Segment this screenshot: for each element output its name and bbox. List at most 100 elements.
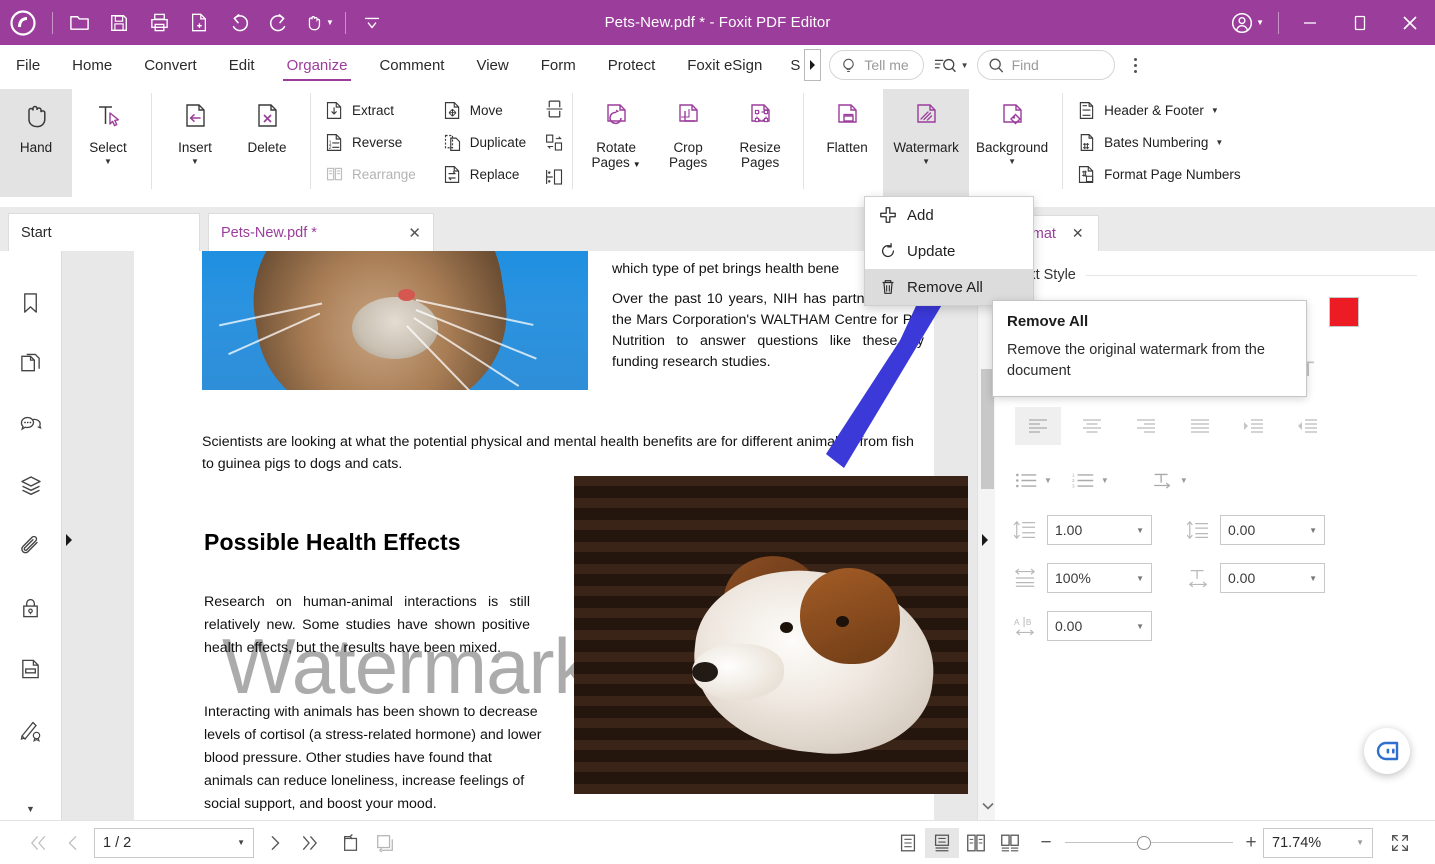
rotate-view-button[interactable] (334, 826, 368, 860)
move-button[interactable]: Move (436, 97, 532, 124)
tab-form[interactable]: Form (525, 45, 592, 85)
redo-button[interactable] (259, 4, 299, 42)
create-pdf-button[interactable] (179, 4, 219, 42)
zoom-slider[interactable] (1065, 834, 1233, 852)
align-right-button[interactable] (1123, 407, 1169, 445)
tab-convert[interactable]: Convert (128, 45, 213, 85)
sidebar-item-bookmarks[interactable] (19, 291, 42, 320)
swap-pages-button[interactable] (544, 133, 565, 158)
sidebar-item-signatures[interactable] (19, 718, 43, 747)
maximize-button[interactable] (1335, 0, 1385, 45)
document-viewport[interactable]: which type of pet brings health bene Ove… (62, 251, 995, 820)
account-button[interactable]: ▼ (1218, 11, 1272, 35)
resize-pages-button[interactable]: Resize Pages (724, 89, 796, 197)
background-button[interactable]: Background ▼ (969, 89, 1055, 197)
menu-item-update[interactable]: Update (865, 233, 1033, 269)
first-page-button[interactable] (22, 826, 56, 860)
character-spacing-input[interactable]: 0.00▼ (1047, 611, 1152, 641)
zoom-slider-knob[interactable] (1137, 836, 1151, 850)
delete-page-button[interactable]: Delete (231, 89, 303, 197)
paragraph-spacing-input[interactable]: 0.00▼ (1220, 515, 1325, 545)
advanced-search-button[interactable]: ▼ (934, 56, 969, 74)
hand-tool-button[interactable]: Hand (0, 89, 72, 197)
tab-file[interactable]: File (0, 45, 56, 85)
customize-toolbar-button[interactable] (352, 4, 392, 42)
facing-view-button[interactable] (959, 828, 993, 858)
sidebar-item-attachments[interactable] (19, 535, 43, 564)
menu-item-add[interactable]: Add (865, 197, 1033, 233)
sidebar-item-pages[interactable] (19, 352, 42, 381)
decrease-indent-button[interactable] (1285, 407, 1331, 445)
merge-pages-button[interactable] (544, 167, 565, 192)
insert-page-button[interactable]: Insert ▼ (159, 89, 231, 197)
doc-tab-start[interactable]: Start (8, 213, 200, 251)
rotate-pages-button[interactable]: Rotate Pages▼ (580, 89, 652, 197)
last-page-button[interactable] (292, 826, 326, 860)
horizontal-scale-input[interactable]: 100%▼ (1047, 563, 1152, 593)
tab-share[interactable]: S (778, 45, 806, 85)
single-page-view-button[interactable] (891, 828, 925, 858)
print-button[interactable] (139, 4, 179, 42)
vertical-offset-input[interactable]: 0.00▼ (1220, 563, 1325, 593)
align-left-button[interactable] (1015, 407, 1061, 445)
align-justify-button[interactable] (1177, 407, 1223, 445)
doc-tab-pets-new[interactable]: Pets-New.pdf * ✕ (208, 213, 434, 251)
close-icon[interactable]: ✕ (390, 224, 421, 242)
close-icon[interactable]: ✕ (1072, 225, 1084, 242)
tab-protect[interactable]: Protect (592, 45, 672, 85)
close-button[interactable] (1385, 0, 1435, 45)
page-transition-button[interactable] (368, 826, 402, 860)
bates-numbering-button[interactable]: Bates Numbering ▼ (1070, 129, 1247, 156)
minimize-button[interactable] (1285, 0, 1335, 45)
align-center-button[interactable] (1069, 407, 1115, 445)
collapse-right-panel-button[interactable] (978, 525, 992, 555)
watermark-button[interactable]: Watermark ▼ (883, 89, 969, 197)
bulleted-list-button[interactable]: ▼ (1015, 472, 1052, 489)
undo-button[interactable] (219, 4, 259, 42)
prev-page-button[interactable] (56, 826, 90, 860)
text-color-swatch[interactable] (1329, 297, 1359, 327)
rearrange-button[interactable]: Rearrange (318, 161, 422, 188)
text-direction-button[interactable]: ▼ (1151, 471, 1188, 489)
sidebar-item-fields[interactable] (19, 657, 42, 686)
sidebar-item-comments[interactable] (19, 413, 43, 442)
replace-button[interactable]: Replace (436, 161, 532, 188)
flatten-button[interactable]: Flatten (811, 89, 883, 197)
tab-home[interactable]: Home (56, 45, 128, 85)
continuous-view-button[interactable] (925, 828, 959, 858)
extract-button[interactable]: Extract (318, 97, 422, 124)
tell-me-input[interactable]: Tell me (829, 50, 923, 80)
next-page-button[interactable] (258, 826, 292, 860)
tab-edit[interactable]: Edit (213, 45, 271, 85)
header-footer-button[interactable]: Header & Footer ▼ (1070, 97, 1247, 124)
tab-comment[interactable]: Comment (363, 45, 460, 85)
expand-left-panel-button[interactable] (62, 525, 76, 555)
select-tool-button[interactable]: Select ▼ (72, 89, 144, 197)
tab-organize[interactable]: Organize (271, 45, 364, 85)
duplicate-button[interactable]: Duplicate (436, 129, 532, 156)
zoom-level-input[interactable]: 71.74% ▼ (1263, 828, 1373, 858)
fullscreen-button[interactable] (1383, 826, 1417, 860)
line-spacing-input[interactable]: 1.00▼ (1047, 515, 1152, 545)
find-input[interactable]: Find (977, 50, 1115, 80)
split-pages-button[interactable] (544, 99, 565, 124)
hand-tool-button[interactable]: ▼ (299, 4, 339, 42)
sidebar-item-layers[interactable] (19, 474, 43, 503)
format-page-numbers-button[interactable]: Format Page Numbers (1070, 161, 1247, 188)
tab-view[interactable]: View (460, 45, 524, 85)
zoom-out-button[interactable]: − (1033, 832, 1059, 854)
open-file-button[interactable] (59, 4, 99, 42)
sidebar-item-security[interactable] (19, 596, 42, 625)
reverse-button[interactable]: 12 Reverse (318, 129, 422, 156)
tab-foxit-esign[interactable]: Foxit eSign (671, 45, 778, 85)
ribbon-tabs-overflow-button[interactable] (804, 49, 821, 81)
increase-indent-button[interactable] (1231, 407, 1277, 445)
chat-support-button[interactable] (1364, 728, 1410, 774)
more-options-button[interactable] (1123, 58, 1149, 73)
page-number-input[interactable]: 1 / 2 ▼ (94, 828, 254, 858)
zoom-in-button[interactable]: + (1239, 832, 1263, 854)
scroll-down-button[interactable] (982, 802, 994, 814)
numbered-list-button[interactable]: 123 ▼ (1072, 472, 1109, 489)
save-file-button[interactable] (99, 4, 139, 42)
sidebar-more-button[interactable]: ▼ (26, 804, 35, 814)
